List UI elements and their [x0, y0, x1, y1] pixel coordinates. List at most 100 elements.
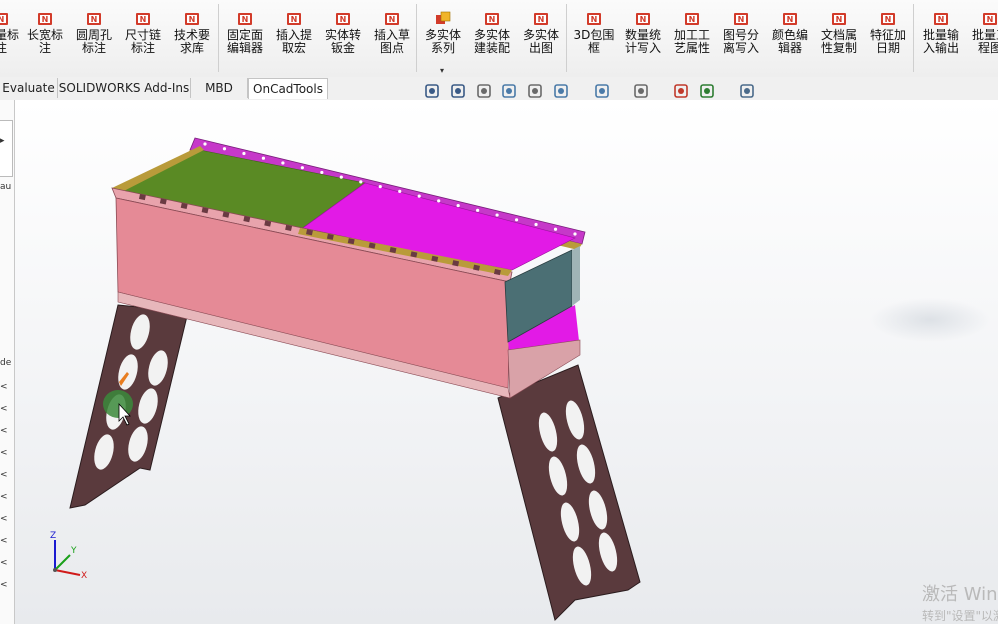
panel-fragment: <: [0, 536, 8, 546]
rail-rivet: [339, 175, 343, 179]
apply-scene-icon[interactable]: [698, 82, 718, 102]
previous-view-icon[interactable]: [475, 82, 495, 102]
rail-rivet: [359, 180, 363, 184]
svg-text:N: N: [987, 15, 994, 24]
tab-mbd[interactable]: MBD: [191, 78, 248, 98]
ribbon-button-16[interactable]: N 图号分 离写入: [718, 6, 764, 72]
ribbon-button-13[interactable]: N 3D包围 框: [571, 6, 617, 72]
ribbon-button-label: 圆周孔 标注: [75, 28, 112, 55]
ribbon-button-label: 实体转 钣金: [324, 28, 361, 55]
dynamic-annotation-icon[interactable]: [526, 82, 546, 102]
ribbon-button-17[interactable]: N 颜色编 辑器: [767, 6, 813, 72]
end-cap-flange: [572, 246, 580, 306]
rail-rivet: [320, 170, 324, 175]
panel-fragment: <: [0, 470, 8, 480]
panel-fragment: <: [0, 558, 8, 568]
panel-fragment: <: [0, 382, 8, 392]
zoom-to-fit-icon[interactable]: [423, 82, 443, 102]
ribbon-button-label: 颜色编 辑器: [771, 28, 808, 55]
triad-z-label: Z: [50, 531, 56, 541]
rail-rivet: [378, 185, 382, 189]
graphics-area[interactable]: Z X Y: [14, 100, 998, 624]
hide-show-icon[interactable]: [632, 82, 652, 102]
ribbon-button-label: 多实体 建装配: [473, 28, 510, 55]
rail-rivet: [437, 199, 441, 203]
feature-date-icon: N: [881, 13, 895, 25]
view-settings-icon[interactable]: [738, 82, 758, 102]
ribbon-separator: [416, 4, 417, 72]
ribbon-button-label: 批量标 注: [0, 28, 19, 55]
rail-rivet: [534, 222, 538, 227]
ribbon-button-label: 尺寸链 标注: [124, 28, 161, 55]
batch-drawing-icon: N: [983, 13, 997, 25]
activation-watermark-title: 激活 Windows: [922, 584, 998, 605]
multibody-series-icon: [436, 11, 451, 24]
command-tabs: Evaluate SOLIDWORKS Add-Ins MBD OnCadToo…: [0, 77, 998, 100]
svg-text:N: N: [938, 15, 945, 24]
rail-rivet: [281, 161, 285, 165]
ribbon-button-label: 批量输 入输出: [922, 28, 959, 55]
ribbon-button-1[interactable]: N 批量标 注: [0, 6, 24, 72]
tech-req-icon: N: [185, 13, 199, 25]
rail-rivet: [398, 189, 402, 193]
svg-text:N: N: [291, 15, 298, 24]
color-editor-icon: N: [783, 13, 797, 25]
ribbon-button-15[interactable]: N 加工工 艺属性: [669, 6, 715, 72]
sketch-point-icon: N: [385, 13, 399, 25]
tab-evaluate[interactable]: Evaluate: [0, 78, 58, 98]
ribbon-button-5[interactable]: N 技术要 求库: [169, 6, 215, 72]
zoom-area-icon[interactable]: [449, 82, 469, 102]
ribbon-button-12[interactable]: N 多实体 出图: [518, 6, 564, 72]
triad-y-label: Y: [70, 546, 77, 556]
section-view-icon[interactable]: [500, 82, 520, 102]
ribbon-button-label: 长宽标 注: [26, 28, 63, 55]
right-leg[interactable]: [497, 364, 641, 621]
drawing-number-icon: N: [734, 13, 748, 25]
ribbon-button-6[interactable]: N 固定面 编辑器: [222, 6, 268, 72]
rail-rivet: [456, 203, 460, 208]
ribbon-button-20[interactable]: N 批量输 入输出: [918, 6, 964, 72]
svg-text:N: N: [91, 15, 98, 24]
ribbon-button-label: 数量统 计写入: [624, 28, 661, 55]
sheetmetal-icon: N: [336, 13, 350, 25]
rail-rivet: [261, 156, 266, 160]
ribbon-button-4[interactable]: N 尺寸链 标注: [120, 6, 166, 72]
fixed-face-icon: N: [238, 13, 252, 25]
ribbon-button-18[interactable]: N 文档属 性复制: [816, 6, 862, 72]
svg-text:N: N: [42, 15, 49, 24]
ribbon-button-2[interactable]: N 长宽标 注: [22, 6, 68, 72]
edit-appearance-icon[interactable]: [672, 82, 692, 102]
ribbon-button-3[interactable]: N 圆周孔 标注: [71, 6, 117, 72]
feature-manager-panel[interactable]: ▸ au de < < < < < < < < < <: [0, 100, 15, 624]
view-orientation-icon[interactable]: [552, 82, 572, 102]
ribbon-button-19[interactable]: N 特征加 日期: [865, 6, 911, 72]
panel-arrow[interactable]: ▸: [0, 136, 12, 146]
tab-solidworks-addins[interactable]: SOLIDWORKS Add-Ins: [58, 78, 191, 98]
ribbon-button-14[interactable]: N 数量统 计写入: [620, 6, 666, 72]
ribbon-button-11[interactable]: N 多实体 建装配: [469, 6, 515, 72]
svg-text:N: N: [189, 15, 196, 24]
ribbon-button-label: 多实体 出图: [522, 28, 559, 55]
panel-fragment: <: [0, 426, 8, 436]
svg-text:N: N: [340, 15, 347, 24]
ribbon-button-7[interactable]: N 插入提 取宏: [271, 6, 317, 72]
ribbon-button-label: 批量工 程图: [971, 28, 998, 55]
triad-x-label: X: [81, 571, 87, 581]
ribbon-button-10[interactable]: 多实体 系列 ▾: [420, 6, 466, 75]
model-svg[interactable]: Z X Y: [14, 100, 998, 624]
tab-oncadtools[interactable]: OnCadTools: [248, 78, 328, 99]
chevron-down-icon[interactable]: ▾: [440, 66, 444, 75]
ribbon-button-21[interactable]: N 批量工 程图: [967, 6, 998, 72]
hole-note-icon: N: [87, 13, 101, 25]
activation-watermark-subtitle: 转到"设置"以激活: [922, 609, 998, 623]
ribbon-button-9[interactable]: N 插入草 图点: [369, 6, 415, 72]
display-style-icon[interactable]: [593, 82, 613, 102]
panel-frame: [0, 120, 13, 177]
quantity-icon: N: [636, 13, 650, 25]
coordinate-triad: Z X Y: [50, 531, 87, 581]
ribbon-button-8[interactable]: N 实体转 钣金: [320, 6, 366, 72]
svg-text:N: N: [836, 15, 843, 24]
ribbon-button-label: 文档属 性复制: [820, 28, 857, 55]
ribbon-button-label: 加工工 艺属性: [673, 28, 710, 55]
box-body[interactable]: [111, 137, 586, 399]
